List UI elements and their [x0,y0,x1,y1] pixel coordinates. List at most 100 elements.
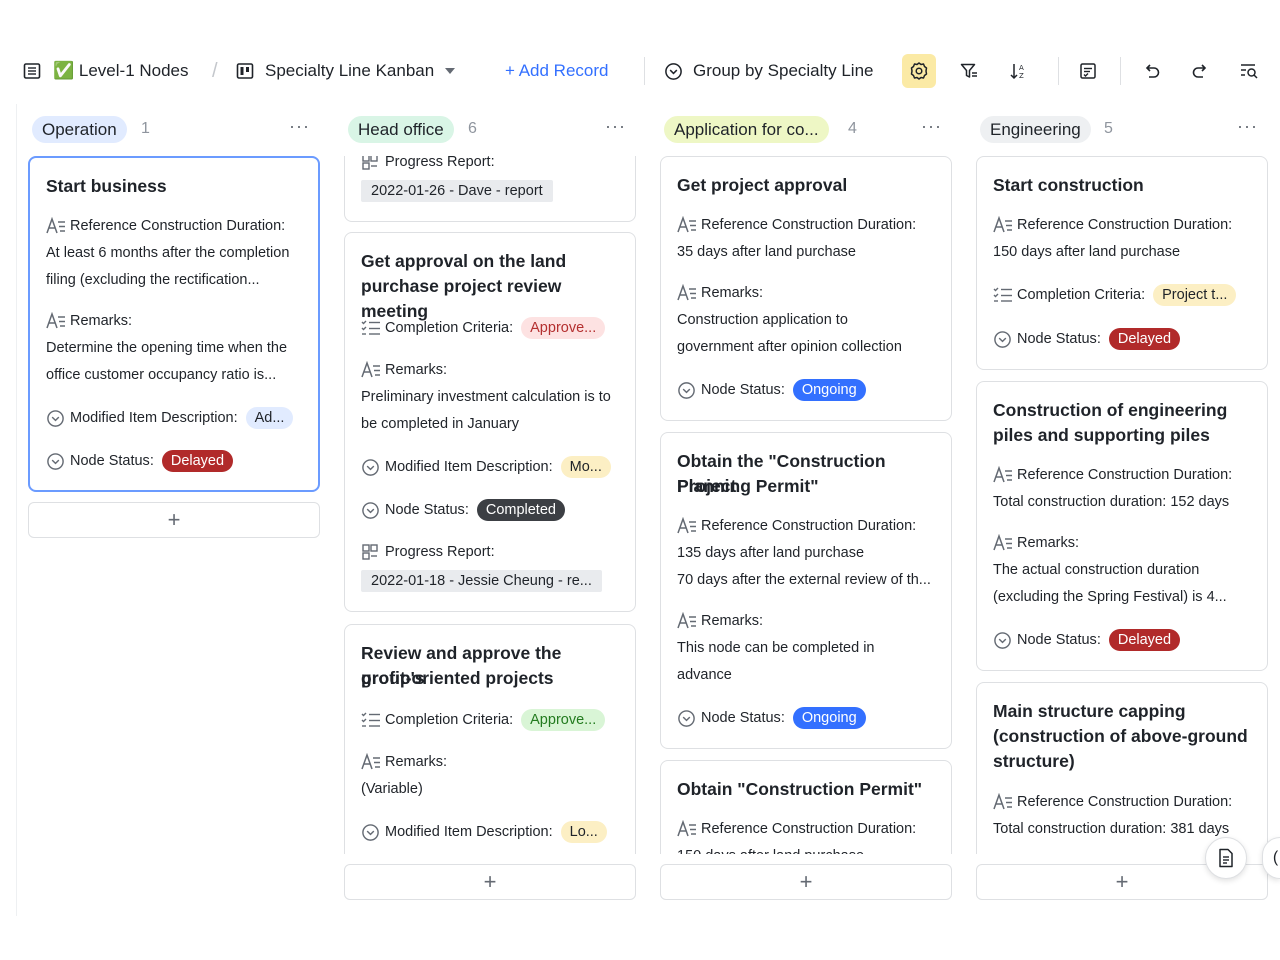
add-card-button[interactable]: + [344,864,636,900]
text-field-icon [993,792,1013,812]
status-badge: Delayed [1108,629,1181,651]
field-ref-duration: Reference Construction Duration: [993,214,1255,236]
field-label: Modified Item Description [385,459,549,475]
field-colon: : [281,218,286,234]
status-badge: Ongoing [792,707,866,729]
status-badge: Ongoing [792,379,866,401]
search-list-icon [1241,64,1258,79]
column-header: Head office 6 ··· [344,114,636,144]
status-badge: Delayed [1108,328,1181,350]
field-label: Reference Construction Duration [70,218,282,234]
more-icon[interactable]: ··· [921,116,942,137]
field-label: Reference Construction Duration [1017,217,1229,233]
report-chip: 2022-01-26 - Dave - report [361,180,553,202]
field-colon: : [548,459,553,475]
field-ref-duration: Reference Construction Duration: [677,515,939,537]
field-colon: : [1228,467,1233,483]
card-start-business[interactable]: Start business Reference Construction Du… [28,156,320,492]
card-planning-permit[interactable]: Obtain the "Construction Project Plannin… [660,432,952,749]
toolbar-divider [1120,57,1121,85]
add-record-label: + Add Record [505,61,609,80]
card-profit-projects[interactable]: Review and approve the group's profit-or… [344,624,636,854]
document-icon [1219,848,1233,868]
field-label: Node Status [385,502,465,518]
field-label: Node Status [70,453,150,469]
help-icon: ( [1272,849,1279,866]
column-count: 6 [468,120,477,137]
field-colon: : [912,821,917,837]
card-title: Obtain "Construction Permit" [677,779,923,799]
text-field-icon [993,465,1013,485]
field-label: Node Status [701,382,781,398]
card-construction-permit[interactable]: Obtain "Construction Permit" Reference C… [660,760,952,854]
field-label: Remarks [385,754,444,770]
chevron-circle-icon [46,451,66,471]
add-card-button[interactable]: + [660,864,952,900]
floating-document-button[interactable] [1205,837,1247,879]
chevron-circle-icon [361,500,381,520]
field-value: Preliminary investment calculation is to [361,389,611,405]
field-colon: : [464,502,469,518]
field-colon: : [780,382,785,398]
column-name[interactable]: Engineering [980,116,1091,143]
field-colon: : [443,754,448,770]
caret-down-icon [445,68,456,74]
more-icon[interactable]: ··· [605,116,626,137]
column-name[interactable]: Application for co... [664,116,829,143]
field-value: Total construction duration: 152 days [993,494,1230,510]
field-ref-duration: Reference Construction Duration: [677,214,939,236]
field-modified: Modified Item Description: Ad... [46,407,306,429]
field-completion: Completion Criteria: Approve... [361,709,623,731]
card-land-purchase-approval[interactable]: Get approval on the land purchase projec… [344,232,636,612]
field-colon: : [912,217,917,233]
column-body: Progress Report: 2022-01-26 - Dave - rep… [344,156,636,854]
card-engineering-piles[interactable]: Construction of engineering piles and su… [976,381,1268,671]
search-button[interactable] [1239,58,1259,84]
card-title: Get approval on the land [361,251,567,271]
sort-button[interactable]: AZ [1009,58,1029,84]
card-title: profit-oriented projects [361,668,554,688]
field-colon: : [443,362,448,378]
redo-icon [1192,64,1207,78]
card-title: (construction of above-ground [993,726,1248,746]
card-start-construction[interactable]: Start construction Reference Constructio… [976,156,1268,370]
card-main-structure[interactable]: Main structure capping (construction of … [976,682,1268,854]
more-icon[interactable]: ··· [1237,116,1258,137]
field-colon: : [548,824,553,840]
field-node-status: Node Status: Completed [361,499,623,521]
card-project-approval[interactable]: Get project approval Reference Construct… [660,156,952,421]
undo-button[interactable] [1142,58,1162,84]
redo-button[interactable] [1190,58,1210,84]
column-body: Start construction Reference Constructio… [976,156,1268,854]
more-icon[interactable]: ··· [289,116,310,137]
field-value: 150 days after land purchase [993,244,1181,260]
column-name[interactable]: Head office [348,116,454,143]
add-card-button[interactable]: + [28,502,320,538]
add-record-button[interactable]: + Add Record [505,58,609,84]
option-tag: Project t... [1153,284,1237,306]
card-title: Construction of engineering [993,400,1228,420]
settings-button[interactable] [902,54,936,88]
column-name[interactable]: Operation [32,116,127,143]
group-by-button[interactable]: Group by Specialty Line [664,58,874,84]
field-ref-duration: Reference Construction Duration: [993,464,1255,486]
card-title: Get project approval [677,175,848,195]
field-value: Determine the opening time when the [46,340,288,356]
field-colon: : [509,320,514,336]
table-title[interactable]: ✅ Level-1 Nodes [53,58,189,84]
field-colon: : [128,313,133,329]
breadcrumb-separator: / [212,60,218,82]
filter-button[interactable] [959,58,979,84]
grid-view-icon[interactable] [22,58,42,84]
field-remarks: Remarks: [46,310,306,332]
field-config-button[interactable] [1078,58,1098,84]
field-value: advance [677,667,732,683]
view-switcher[interactable]: Specialty Line Kanban [265,58,456,84]
text-field-icon [677,516,697,536]
text-field-icon [993,533,1013,553]
checklist-icon [993,285,1013,305]
card-partial[interactable]: Progress Report: 2022-01-26 - Dave - rep… [344,156,636,222]
field-value: This node can be completed in [677,640,875,656]
status-badge: Completed [476,499,565,521]
field-value: 35 days after land purchase [677,244,856,260]
